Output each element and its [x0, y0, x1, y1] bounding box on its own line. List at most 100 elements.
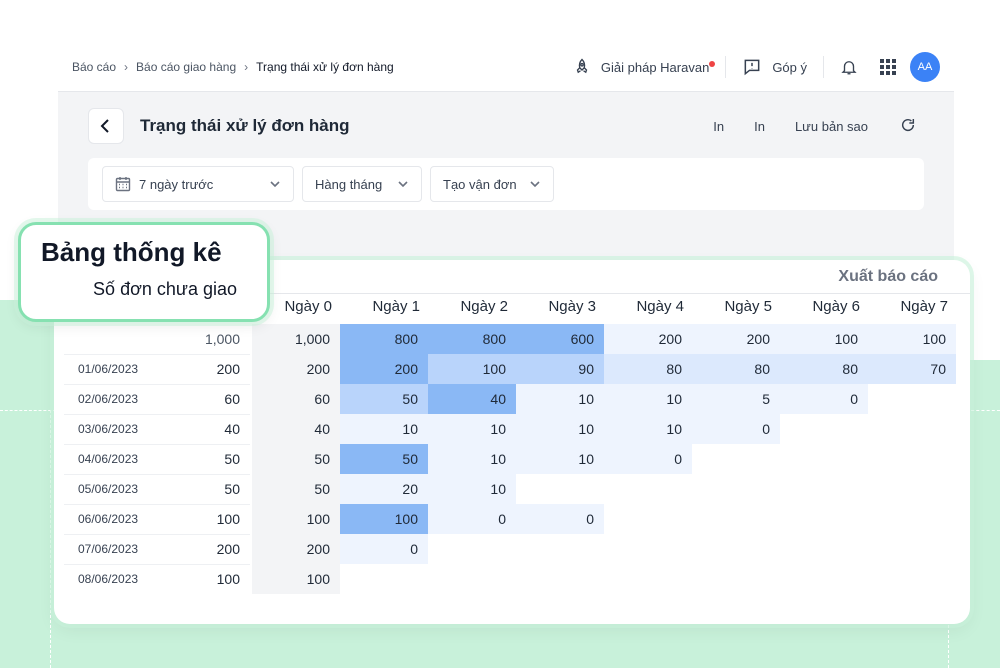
table-cell: 10	[516, 414, 604, 444]
table-cell: 50	[340, 444, 428, 474]
row-date: 03/06/2023	[78, 422, 139, 436]
row-total: 100	[216, 571, 240, 587]
table-cell: 800	[428, 324, 516, 354]
table-cell: 200	[692, 324, 780, 354]
table-cell: 80	[692, 354, 780, 384]
breadcrumb-item[interactable]: Báo cáo giao hàng	[136, 60, 236, 74]
callout-subtitle: Số đơn chưa giao	[93, 279, 237, 299]
breadcrumb-current: Trạng thái xử lý đơn hàng	[256, 60, 394, 74]
summary-total: 1,000	[204, 331, 240, 347]
table-cell: 10	[604, 384, 692, 414]
row-date: 07/06/2023	[78, 542, 139, 556]
row-date: 05/06/2023	[78, 482, 139, 496]
bell-icon	[841, 61, 857, 75]
table-cell: 200	[340, 354, 428, 384]
table-cell: 40	[252, 414, 340, 444]
row-date: 01/06/2023	[78, 362, 139, 376]
metric-select[interactable]: Tạo vận đơn	[430, 166, 554, 202]
table-cell: 0	[428, 504, 516, 534]
table-cell: 200	[252, 354, 340, 384]
calendar-icon	[115, 177, 131, 192]
period-value: Hàng tháng	[315, 176, 383, 192]
notification-dot	[709, 61, 716, 67]
solutions-label: Giải pháp Haravan	[600, 59, 710, 75]
table-cell: 1,000	[252, 324, 340, 354]
table-cell: 0	[340, 534, 428, 564]
table-cell: 0	[604, 444, 692, 474]
table-cell: 600	[516, 324, 604, 354]
chevron-down-icon	[530, 181, 540, 188]
row-total: 50	[224, 481, 240, 497]
chevron-right-icon: ›	[124, 60, 129, 74]
table-cell: 70	[868, 354, 956, 384]
row-total: 100	[216, 511, 240, 527]
top-bar-actions: Giải pháp Haravan Góp ý AA	[573, 50, 940, 84]
table-cell: 200	[604, 324, 692, 354]
top-bar: Báo cáo › Báo cáo giao hàng › Trạng thái…	[58, 44, 954, 92]
table-cell: 0	[780, 384, 868, 414]
table-cell: 50	[252, 474, 340, 504]
table-cell: 50	[252, 444, 340, 474]
filter-bar: 7 ngày trước Hàng tháng Tạo vận đơn	[88, 158, 924, 210]
table-cell: 100	[252, 564, 340, 594]
table-cell: 80	[604, 354, 692, 384]
export-report-button[interactable]: Xuất báo cáo	[838, 268, 938, 286]
chevron-left-icon	[100, 119, 109, 133]
period-select[interactable]: Hàng tháng	[302, 166, 422, 202]
date-range-select[interactable]: 7 ngày trước	[102, 166, 294, 202]
solutions-button[interactable]: Giải pháp Haravan	[573, 58, 716, 76]
chevron-right-icon: ›	[244, 60, 249, 74]
row-total: 200	[216, 541, 240, 557]
table-cell: 0	[516, 504, 604, 534]
table-cell: 10	[340, 414, 428, 444]
stats-callout: Bảng thống kê Số đơn chưa giao	[18, 222, 270, 322]
column-header: Ngày 2	[460, 298, 508, 315]
feedback-icon	[744, 59, 760, 76]
table-cell: 100	[340, 504, 428, 534]
apps-button[interactable]	[880, 59, 896, 75]
row-date: 04/06/2023	[78, 452, 139, 466]
breadcrumb-item[interactable]: Báo cáo	[72, 60, 116, 74]
row-total: 40	[224, 421, 240, 437]
divider	[823, 56, 824, 78]
refresh-button[interactable]	[900, 117, 916, 136]
table-cell: 60	[252, 384, 340, 414]
grid-icon	[880, 59, 896, 75]
notifications-button[interactable]	[840, 58, 858, 76]
page-header: Trạng thái xử lý đơn hàng In In Lưu bản …	[88, 104, 924, 148]
feedback-button[interactable]: Góp ý	[742, 57, 807, 77]
table-cell: 10	[516, 444, 604, 474]
table-cell: 100	[868, 324, 956, 354]
header-actions: In In Lưu bản sao	[683, 117, 924, 136]
row-date: 02/06/2023	[78, 392, 139, 406]
row-total: 50	[224, 451, 240, 467]
print-button[interactable]: In	[713, 119, 724, 134]
column-header: Ngày 1	[372, 298, 420, 315]
row-total: 200	[216, 361, 240, 377]
avatar[interactable]: AA	[910, 52, 940, 82]
table-cell: 10	[428, 414, 516, 444]
column-header: Ngày 5	[724, 298, 772, 315]
save-copy-button[interactable]: Lưu bản sao	[795, 119, 868, 134]
decor-dash	[50, 410, 51, 668]
table-cell: 10	[428, 474, 516, 504]
row-total: 60	[224, 391, 240, 407]
back-button[interactable]	[88, 108, 124, 144]
table-cell: 0	[692, 414, 780, 444]
column-header: Ngày 4	[636, 298, 684, 315]
table-cell: 40	[428, 384, 516, 414]
chevron-down-icon	[270, 181, 280, 188]
table-cell: 10	[428, 444, 516, 474]
table-cell: 5	[692, 384, 780, 414]
table-cell: 80	[780, 354, 868, 384]
divider	[725, 56, 727, 78]
print-button-secondary[interactable]: In	[754, 119, 765, 134]
breadcrumb: Báo cáo › Báo cáo giao hàng › Trạng thái…	[72, 60, 394, 74]
decor-dash	[0, 410, 56, 411]
column-header: Ngày 3	[548, 298, 596, 315]
rocket-icon	[576, 58, 588, 74]
table-cell: 100	[428, 354, 516, 384]
column-header: Ngày 7	[900, 298, 948, 315]
table-cell: 50	[340, 384, 428, 414]
feedback-label: Góp ý	[772, 59, 807, 75]
